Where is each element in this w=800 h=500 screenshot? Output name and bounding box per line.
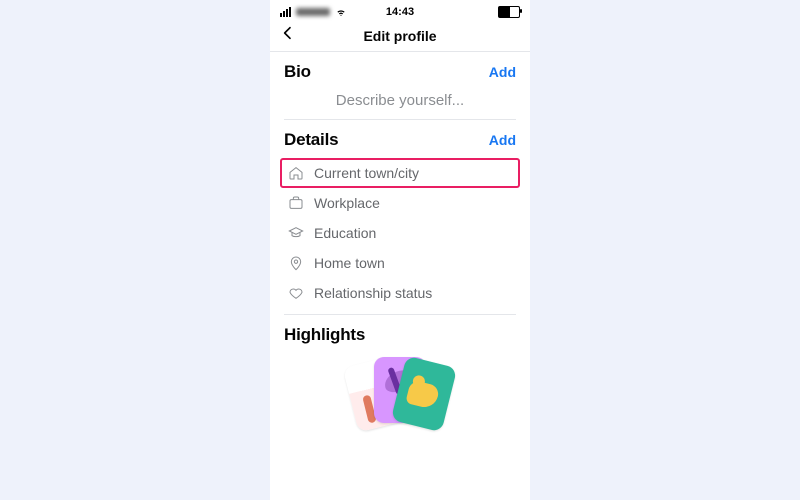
battery-icon xyxy=(498,6,520,18)
bio-add-button[interactable]: Add xyxy=(489,64,516,80)
nav-bar: Edit profile xyxy=(270,21,530,52)
details-row-label: Relationship status xyxy=(314,285,432,301)
bio-placeholder[interactable]: Describe yourself... xyxy=(284,88,516,119)
phone-frame: 14:43 Edit profile Bio Add Describe your… xyxy=(270,0,530,500)
briefcase-icon xyxy=(288,195,304,211)
highlights-title: Highlights xyxy=(284,325,365,345)
heart-icon xyxy=(288,285,304,301)
details-row-0[interactable]: Current town/city xyxy=(280,158,520,188)
highlights-section: Highlights xyxy=(270,315,530,423)
page-title: Edit profile xyxy=(363,28,436,44)
details-row-1[interactable]: Workplace xyxy=(284,188,516,218)
chevron-left-icon xyxy=(280,25,296,41)
details-section: Details Add xyxy=(270,120,530,150)
bio-title: Bio xyxy=(284,62,311,82)
bio-section: Bio Add Describe yourself... xyxy=(270,52,530,119)
details-title: Details xyxy=(284,130,338,150)
status-time: 14:43 xyxy=(270,6,530,18)
highlights-cards[interactable] xyxy=(284,351,516,423)
details-list: Current town/city Workplace Education Home … xyxy=(270,156,530,314)
stage: 14:43 Edit profile Bio Add Describe your… xyxy=(0,0,800,500)
details-row-4[interactable]: Relationship status xyxy=(284,278,516,308)
pin-icon xyxy=(288,255,304,271)
status-right xyxy=(498,6,520,18)
details-row-2[interactable]: Education xyxy=(284,218,516,248)
details-add-button[interactable]: Add xyxy=(489,132,516,148)
details-row-label: Education xyxy=(314,225,376,241)
details-row-label: Current town/city xyxy=(314,165,419,181)
back-button[interactable] xyxy=(280,25,302,47)
education-icon xyxy=(288,225,304,241)
details-row-label: Workplace xyxy=(314,195,380,211)
details-row-label: Home town xyxy=(314,255,385,271)
home-icon xyxy=(288,165,304,181)
status-bar: 14:43 xyxy=(270,0,530,21)
details-row-3[interactable]: Home town xyxy=(284,248,516,278)
